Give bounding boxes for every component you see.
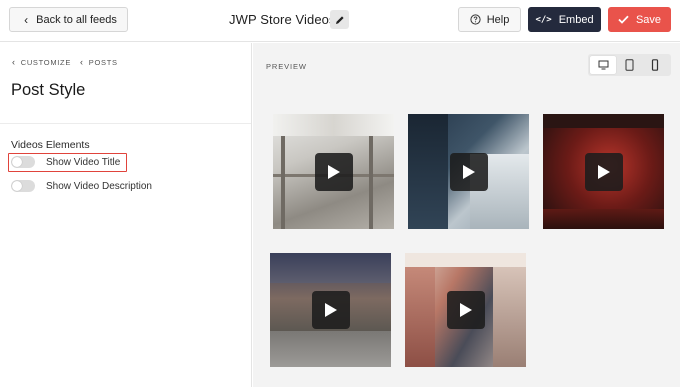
show-video-description-label: Show Video Description (46, 180, 152, 192)
breadcrumb-customize[interactable]: CUSTOMIZE (21, 58, 71, 67)
chevron-left-icon: ‹ (80, 57, 84, 67)
back-button-label: Back to all feeds (36, 13, 117, 26)
preview-label: PREVIEW (266, 62, 307, 71)
customize-sidebar: ‹ CUSTOMIZE ‹ POSTS Post Style Videos El… (0, 43, 252, 387)
mobile-icon (651, 59, 659, 71)
highlight-box (8, 153, 127, 172)
breadcrumb: ‹ CUSTOMIZE ‹ POSTS (12, 57, 118, 67)
save-label: Save (635, 13, 662, 26)
play-icon (597, 164, 610, 179)
checkmark-icon (618, 15, 629, 24)
save-button[interactable]: Save (608, 7, 671, 32)
play-button[interactable] (449, 152, 488, 191)
divider (0, 123, 251, 124)
tablet-view-button[interactable] (616, 56, 642, 74)
question-circle-icon (470, 14, 481, 25)
chevron-left-icon: ‹ (12, 57, 16, 67)
play-button[interactable] (314, 152, 353, 191)
section-title: Post Style (11, 81, 86, 99)
play-icon (462, 164, 475, 179)
desktop-view-button[interactable] (590, 56, 616, 74)
play-button[interactable] (311, 291, 350, 329)
code-icon: </> (535, 14, 552, 25)
feed-title: JWP Store Videos (229, 12, 336, 27)
breadcrumb-posts[interactable]: POSTS (89, 58, 118, 67)
play-icon (327, 164, 340, 179)
pencil-icon (335, 15, 344, 24)
top-bar: ‹ Back to all feeds JWP Store Videos Hel… (0, 0, 680, 42)
show-video-description-toggle[interactable] (11, 180, 35, 192)
preview-panel: PREVIEW (253, 43, 680, 387)
video-thumb-red-store[interactable] (543, 114, 664, 229)
play-button[interactable] (584, 152, 623, 191)
video-thumb-street[interactable] (270, 253, 391, 367)
embed-button[interactable]: </> Embed (528, 7, 601, 32)
show-video-description-row[interactable]: Show Video Description (11, 180, 152, 192)
play-icon (459, 303, 472, 317)
edit-title-button[interactable] (330, 10, 349, 29)
tablet-icon (625, 59, 633, 71)
toggle-knob (12, 181, 22, 191)
back-to-feeds-button[interactable]: ‹ Back to all feeds (9, 7, 128, 32)
help-button[interactable]: Help (458, 7, 521, 32)
help-label: Help (486, 13, 510, 26)
chevron-left-icon: ‹ (24, 12, 29, 27)
video-thumb-workshop[interactable] (408, 114, 529, 229)
mobile-view-button[interactable] (642, 56, 668, 74)
videos-elements-label: Videos Elements (11, 139, 90, 151)
desktop-icon (598, 60, 608, 70)
play-button[interactable] (446, 291, 485, 329)
play-icon (324, 303, 337, 317)
video-thumb-clothing-rack[interactable] (405, 253, 526, 367)
device-switcher (588, 54, 671, 76)
video-thumb-mall[interactable] (273, 114, 394, 229)
embed-label: Embed (558, 13, 594, 26)
